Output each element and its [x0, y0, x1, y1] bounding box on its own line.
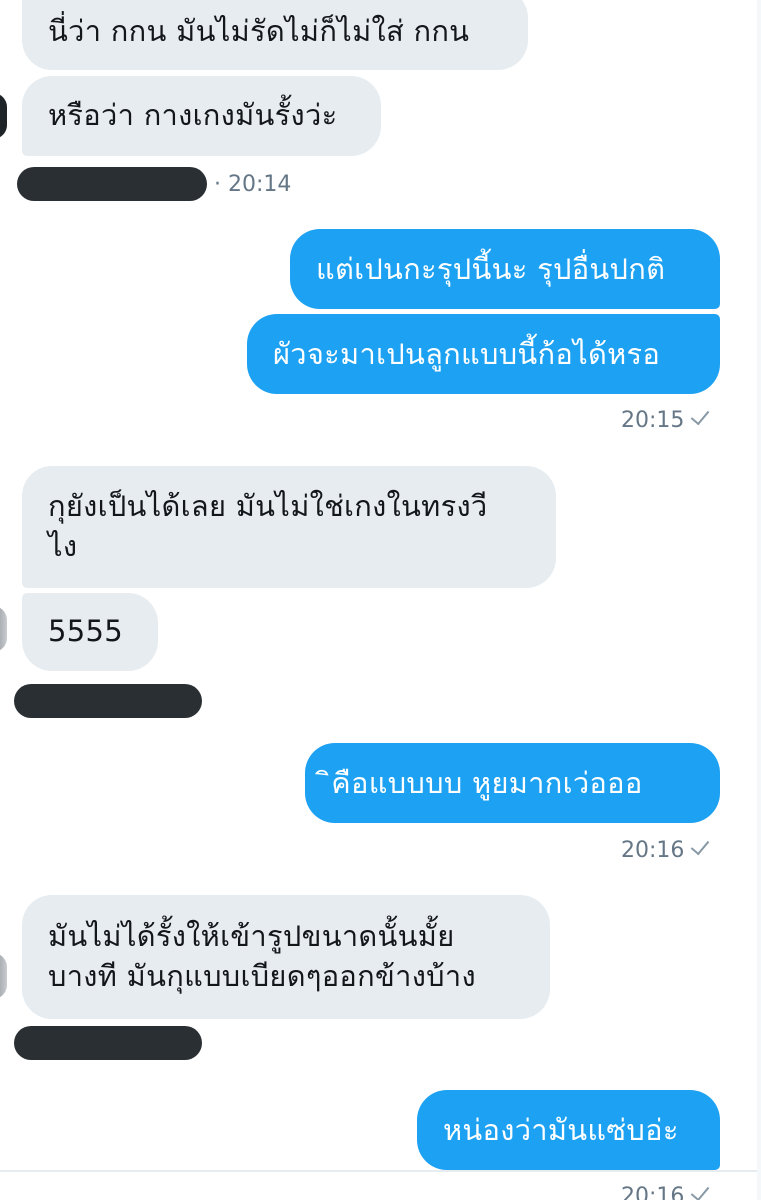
message-bubble-incoming[interactable]: นี่ว่า กกน มันไม่รัดไม่ก็ไม่ใส่ กกน: [22, 0, 528, 70]
scrollbar-track[interactable]: [757, 0, 761, 1200]
redacted-name: [17, 167, 207, 201]
timestamp: 20:16: [621, 1184, 685, 1200]
message-text: หรือว่า กางเกงมันรั้งว่ะ: [48, 98, 338, 132]
message-bubble-outgoing[interactable]: ผัวจะมาเปนลูกแบบนี้ก้อได้หรอ: [247, 314, 720, 394]
timestamp: · 20:14: [214, 172, 292, 197]
redacted-name: [14, 1026, 202, 1060]
checkmark-icon: [691, 405, 710, 426]
message-text-line: ไง: [48, 529, 78, 563]
message-text-line: บางที มันกุแบบเบียดๆออกข้างบ้าง: [48, 959, 476, 993]
message-bubble-incoming[interactable]: 5555: [22, 593, 158, 671]
message-text: หน่องว่ามันแซ่บอ่ะ: [443, 1113, 679, 1147]
message-meta: 20:15: [621, 405, 710, 434]
message-text: แต่เปนกะรุปนี้นะ รุปอื่นปกติ: [316, 252, 666, 286]
message-meta: 20:16: [621, 835, 710, 864]
message-text-line: มันไม่ได้รั้งให้เข้ารูปขนาดนั้นมั้ย: [48, 919, 455, 953]
message-text: ผัวจะมาเปนลูกแบบนี้ก้อได้หรอ: [273, 337, 661, 371]
checkmark-icon: [691, 1181, 710, 1200]
message-text: ิคือแบบบบ หูยมากเว่อออ: [331, 766, 643, 800]
message-text: นี่ว่า กกน มันไม่รัดไม่ก็ไม่ใส่ กกน: [48, 14, 470, 48]
checkmark-icon: [691, 835, 710, 856]
chat-thread: นี่ว่า กกน มันไม่รัดไม่ก็ไม่ใส่ กกน หรือ…: [0, 0, 761, 1200]
message-meta: 20:16: [621, 1181, 710, 1200]
message-bubble-incoming[interactable]: มันไม่ได้รั้งให้เข้ารูปขนาดนั้นมั้ย บางท…: [22, 895, 550, 1019]
message-bubble-outgoing[interactable]: แต่เปนกะรุปนี้นะ รุปอื่นปกติ: [290, 229, 720, 309]
timestamp: 20:15: [621, 408, 685, 433]
message-bubble-outgoing[interactable]: หน่องว่ามันแซ่บอ่ะ: [417, 1090, 720, 1170]
message-bubble-incoming[interactable]: หรือว่า กางเกงมันรั้งว่ะ: [22, 76, 381, 156]
message-text: 5555: [48, 614, 124, 648]
message-bubble-incoming[interactable]: กุยังเป็นได้เลย มันไม่ใช่เกงในทรงวี ไง: [22, 466, 556, 588]
timestamp: 20:16: [621, 838, 685, 863]
avatar[interactable]: [0, 93, 7, 139]
avatar[interactable]: [0, 953, 7, 999]
redacted-name: [14, 684, 202, 718]
avatar[interactable]: [0, 606, 7, 652]
divider: [0, 1170, 761, 1172]
message-bubble-outgoing[interactable]: ิคือแบบบบ หูยมากเว่อออ: [305, 743, 720, 823]
message-text-line: กุยังเป็นได้เลย มันไม่ใช่เกงในทรงวี: [48, 489, 488, 523]
